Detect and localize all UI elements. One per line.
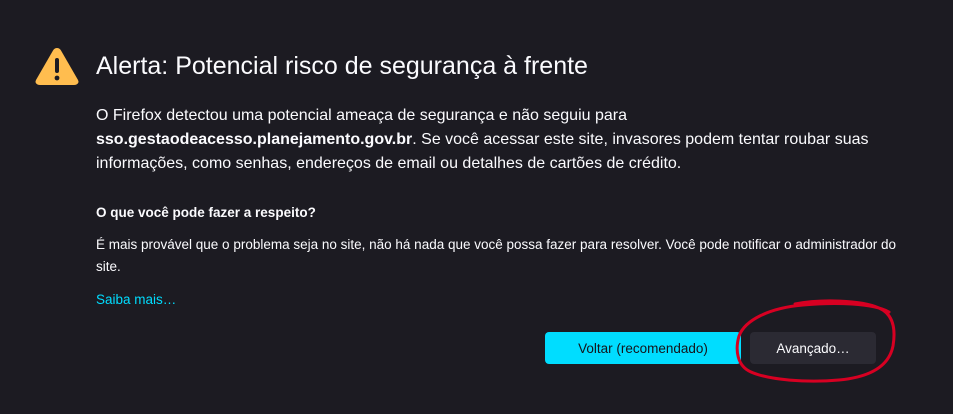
page-title: Alerta: Potencial risco de segurança à f… bbox=[96, 52, 588, 80]
warning-description: O Firefox detectou uma potencial ameaça … bbox=[96, 104, 896, 176]
description-text: O Firefox detectou uma potencial ameaça … bbox=[96, 107, 627, 124]
security-warning-page: Alerta: Potencial risco de segurança à f… bbox=[0, 0, 953, 414]
learn-more-link[interactable]: Saiba mais… bbox=[96, 290, 176, 310]
go-back-button[interactable]: Voltar (recomendado) bbox=[545, 332, 741, 364]
advanced-button[interactable]: Avançado… bbox=[750, 332, 876, 364]
what-to-do-text: É mais provável que o problema seja no s… bbox=[96, 237, 896, 274]
warning-icon bbox=[35, 48, 79, 85]
site-hostname: sso.gestaodeacesso.planejamento.gov.br bbox=[96, 131, 413, 148]
what-to-do-heading: O que você pode fazer a respeito? bbox=[96, 205, 316, 220]
